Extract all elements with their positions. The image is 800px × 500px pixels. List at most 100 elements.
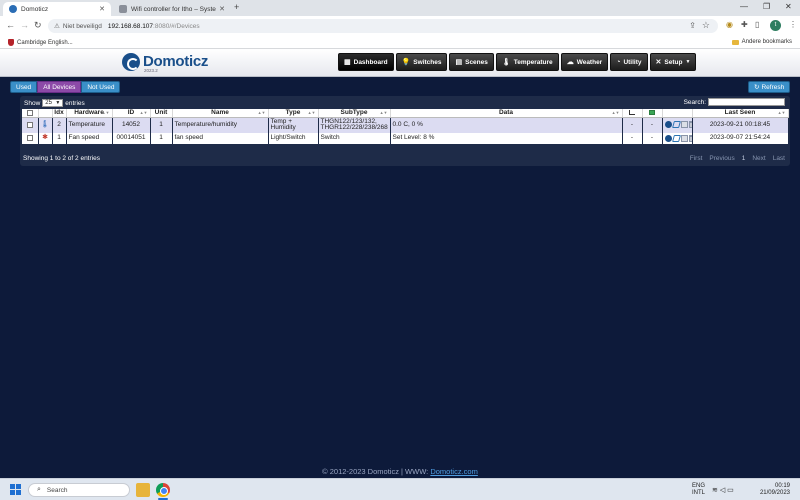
id-header[interactable]: ID ▲▼ — [112, 109, 151, 118]
notification-icon[interactable] — [680, 134, 688, 142]
battery-tray-icon[interactable]: ▭ — [727, 487, 734, 494]
cell-last-seen: 2023-09-07 21:54:24 — [692, 133, 788, 144]
close-window-icon[interactable]: ✕ — [785, 2, 792, 11]
select-all-header[interactable] — [22, 109, 39, 118]
minimize-icon[interactable]: — — [740, 2, 748, 11]
filter-used-button[interactable]: Used — [10, 81, 38, 93]
refresh-button[interactable]: ↻ Refresh — [748, 81, 791, 93]
column-label: Data — [498, 109, 514, 117]
new-tab-icon[interactable]: + — [234, 2, 239, 12]
battery-icon — [649, 110, 655, 116]
trash-icon[interactable] — [688, 121, 691, 129]
data-header[interactable]: Data ▲▼ — [390, 109, 623, 118]
subtype-header[interactable]: SubType ▲▼ — [318, 109, 391, 118]
cell-name[interactable]: Temperature/humidity — [172, 117, 268, 133]
select-all-checkbox[interactable] — [26, 109, 33, 116]
pagination: First Previous 1 Next Last — [683, 155, 785, 162]
wifi-favicon-icon — [119, 5, 127, 13]
share-icon[interactable]: ⇪ — [689, 21, 696, 30]
notification-icon[interactable] — [680, 121, 688, 129]
pager-first[interactable]: First — [690, 155, 703, 162]
cell-unit: 1 — [150, 117, 172, 133]
back-arrow-icon[interactable]: ← — [6, 20, 15, 30]
cell-data: 0.0 C, 0 % — [390, 117, 622, 133]
security-label: Niet beveiligd — [62, 22, 102, 30]
restore-icon[interactable]: ❐ — [763, 2, 770, 11]
reload-icon[interactable]: ↻ — [34, 20, 42, 31]
gauge-icon: ◔ — [616, 58, 621, 66]
nav-setup[interactable]: ✕ Setup ▼ — [649, 53, 697, 71]
pager-last[interactable]: Last — [773, 155, 785, 162]
close-tab-icon[interactable]: ✕ — [219, 5, 225, 13]
pager-next[interactable]: Next — [752, 155, 765, 162]
edit-pencil-icon[interactable] — [671, 134, 681, 142]
row-checkbox[interactable] — [26, 134, 33, 141]
nav-scenes[interactable]: ▤ Scenes — [449, 53, 494, 71]
nav-switches[interactable]: 💡 Switches — [395, 53, 448, 71]
nav-dashboard[interactable]: ▦ Dashboard — [338, 53, 394, 71]
language-indicator[interactable]: ENG INTL — [692, 483, 705, 496]
trash-icon[interactable] — [688, 134, 691, 142]
log-icon[interactable] — [664, 134, 672, 142]
file-explorer-icon[interactable] — [136, 483, 150, 497]
warning-icon[interactable]: ⚠ — [54, 22, 60, 30]
logo-version: 2023.2 — [144, 68, 158, 73]
nav-temperature[interactable]: 🌡 Temperature — [495, 53, 559, 71]
puzzle-extensions-icon[interactable]: ✚ — [741, 20, 748, 29]
url-bar[interactable]: ⚠ Niet beveiligd 192.168.68.107 :8080/#/… — [48, 19, 718, 33]
show-label: Show — [24, 99, 41, 107]
system-tray-icons[interactable]: ≋ ◁ ▭ — [712, 486, 734, 494]
browser-menu-icon[interactable]: ⋮ — [789, 20, 797, 29]
nav-label: Setup — [664, 58, 683, 66]
table-row[interactable]: 🌡 2 Temperature 14052 1 Temperature/humi… — [22, 117, 788, 133]
taskbar-clock[interactable]: 00:19 21/09/2023 — [748, 483, 790, 496]
pager-previous[interactable]: Previous — [709, 155, 734, 162]
cell-name[interactable]: fan speed — [172, 133, 268, 144]
extension-circle-icon[interactable]: ◉ — [726, 20, 733, 29]
lang-line: INTL — [692, 489, 706, 496]
wifi-icon[interactable]: ≋ — [712, 487, 718, 494]
other-bookmarks[interactable]: Andere bookmarks — [731, 39, 792, 45]
windows-start-icon[interactable] — [10, 484, 21, 495]
thermometer-icon: 🌡 — [501, 59, 511, 66]
taskbar-search-box[interactable]: ⌕ Search — [28, 483, 130, 497]
cell-battery: - — [642, 133, 662, 144]
side-panel-icon[interactable]: ▯ — [755, 20, 759, 29]
pager-current[interactable]: 1 — [742, 155, 746, 162]
unit-header[interactable]: Unit — [150, 109, 173, 118]
domoticz-logo[interactable]: Domoticz 2023.2 — [122, 53, 209, 73]
name-header[interactable]: Name ▲▼ — [172, 109, 269, 118]
page-footer: © 2012-2023 Domoticz | WWW: Domoticz.com — [0, 467, 800, 476]
speaker-icon[interactable]: ◁ — [720, 487, 725, 494]
signal-header[interactable] — [622, 109, 643, 118]
cell-hardware: Fan speed — [66, 133, 112, 144]
bookmark-star-icon[interactable]: ☆ — [702, 20, 710, 31]
edit-pencil-icon[interactable] — [671, 121, 681, 129]
forward-arrow-icon[interactable]: → — [20, 20, 29, 30]
row-checkbox[interactable] — [26, 121, 33, 128]
log-icon[interactable] — [664, 121, 672, 129]
close-tab-icon[interactable]: ✕ — [99, 5, 105, 13]
table-row[interactable]: ✱ 1 Fan speed 00014051 1 fan speed Light… — [22, 133, 788, 144]
footer-link[interactable]: Domoticz.com — [430, 467, 478, 476]
filter-not-used-button[interactable]: Not Used — [81, 81, 121, 93]
hardware-header[interactable]: Hardware ▲▼ — [66, 109, 113, 118]
battery-header[interactable] — [642, 109, 663, 118]
page-length-select[interactable]: 25 ▼ — [42, 99, 64, 107]
search-input[interactable] — [708, 98, 785, 106]
profile-avatar[interactable]: t — [770, 20, 781, 31]
tab-domoticz[interactable]: Domoticz ✕ — [3, 2, 111, 16]
chrome-icon[interactable] — [156, 483, 170, 497]
refresh-label: Refresh — [761, 83, 785, 91]
nav-utility[interactable]: ◔ Utility — [610, 53, 648, 71]
nav-weather[interactable]: ☁ Weather — [560, 53, 609, 71]
bookmark-label: Cambridge English... — [17, 39, 73, 46]
logo-name: Domoticz — [143, 53, 209, 70]
last-seen-header[interactable]: Last Seen ▲▼ — [692, 109, 789, 118]
device-filter-group: Used All Devices Not Used — [10, 81, 121, 93]
idx-header[interactable]: Idx — [52, 109, 67, 118]
tab-wifi-controller[interactable]: Wifi controller for Itho – Systen ✕ — [113, 2, 231, 16]
type-header[interactable]: Type ▲▼ — [268, 109, 319, 118]
bookmark-cambridge[interactable]: Cambridge English... — [8, 39, 73, 46]
filter-all-devices-button[interactable]: All Devices — [37, 81, 82, 93]
